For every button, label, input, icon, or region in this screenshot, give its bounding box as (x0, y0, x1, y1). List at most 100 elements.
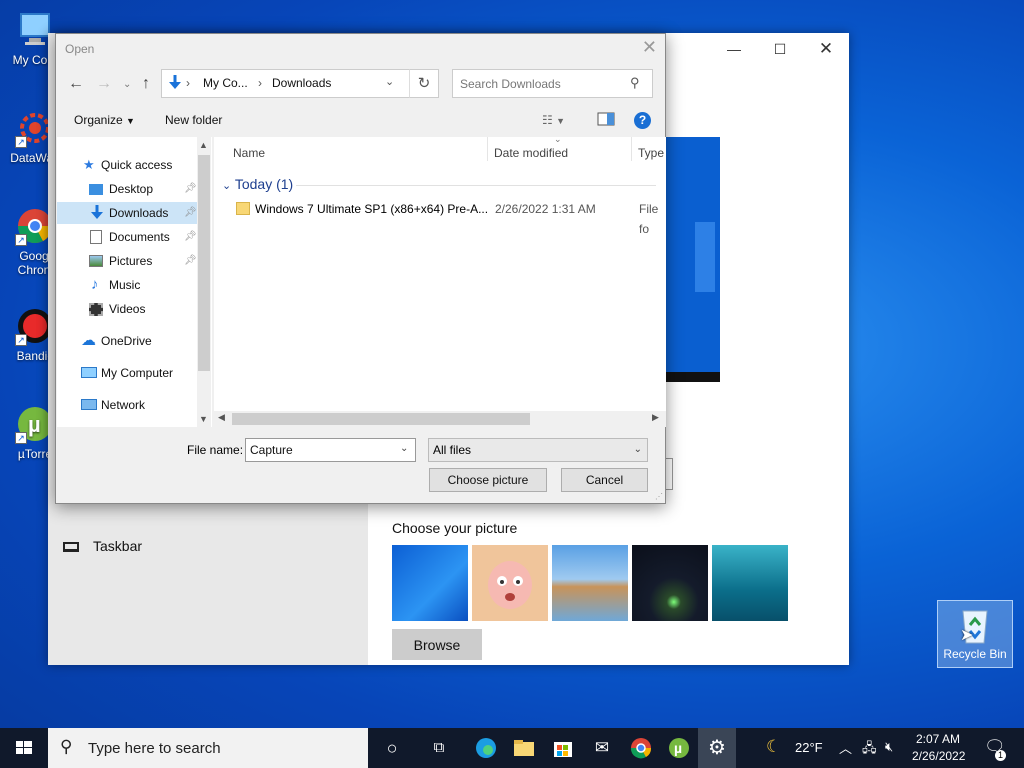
thumbnail-night-sky-tent[interactable] (632, 545, 708, 621)
notification-count-badge: 1 (995, 750, 1006, 761)
mouse-cursor-icon: ➤ (960, 627, 974, 644)
file-type-value: All files (433, 443, 472, 457)
computer-icon (81, 367, 97, 378)
shortcut-arrow-icon: ↗ (15, 334, 27, 346)
breadcrumb-my-computer[interactable]: My Co... (203, 76, 248, 90)
start-button[interactable] (0, 728, 48, 768)
breadcrumb-downloads[interactable]: Downloads (272, 76, 331, 90)
weather-moon-icon[interactable]: ☾ (766, 737, 781, 757)
thumbnail-rock-beach[interactable] (552, 545, 628, 621)
thumbnail-windows-blue[interactable] (392, 545, 468, 621)
scrollbar-thumb[interactable] (198, 155, 210, 371)
file-name-label: File name: (187, 443, 244, 457)
nav-item-taskbar[interactable]: Taskbar (63, 538, 142, 554)
minimize-button[interactable]: — (711, 37, 757, 61)
file-type-select[interactable]: All files ⌄ (428, 438, 648, 462)
pin-icon[interactable]: 📌︎ (184, 250, 197, 272)
shortcut-arrow-icon: ↗ (15, 432, 27, 444)
nav-pictures[interactable]: Pictures 📌︎ (57, 250, 197, 272)
desktop-icon-recycle-bin[interactable]: Recycle Bin ➤ (937, 600, 1013, 668)
cortana-icon[interactable]: ○ (373, 728, 411, 768)
nav-network[interactable]: Network (57, 394, 197, 416)
nav-quick-access[interactable]: ★ Quick access (57, 154, 197, 176)
volume-muted-icon[interactable]: 🔇︎ (885, 739, 893, 755)
store-icon[interactable] (544, 728, 582, 768)
clock-time[interactable]: 2:07 AM (916, 732, 960, 746)
nav-downloads[interactable]: Downloads 📌︎ (57, 202, 197, 224)
task-view-icon[interactable]: ⧉ (420, 728, 458, 768)
network-icon (81, 399, 97, 410)
up-arrow-icon[interactable]: ↑ (142, 75, 150, 93)
nav-documents[interactable]: Documents 📌︎ (57, 226, 197, 248)
file-list-pane: Name Date modified ⌄ Type ⌄ Today (1) Wi… (214, 134, 666, 427)
weather-temperature[interactable]: 22°F (795, 740, 823, 755)
utorrent-icon[interactable]: µ (660, 728, 698, 768)
pin-icon[interactable]: 📌︎ (184, 226, 197, 248)
nav-desktop[interactable]: Desktop 📌︎ (57, 178, 197, 200)
chrome-icon[interactable] (622, 728, 660, 768)
organize-menu[interactable]: Organize ▼ (74, 113, 135, 127)
taskbar-search-input[interactable] (48, 728, 368, 768)
scroll-left-arrow-icon[interactable]: ◀ (218, 412, 225, 423)
column-header-date-modified[interactable]: Date modified (494, 146, 568, 160)
nav-music[interactable]: ♪ Music (57, 274, 197, 296)
collapse-chevron-icon: ⌄ (222, 180, 232, 192)
dialog-title: Open (65, 42, 95, 56)
column-header-type[interactable]: Type (638, 146, 664, 160)
close-icon[interactable]: ✕ (642, 38, 657, 56)
show-hidden-icons-chevron-icon[interactable]: ︿ (839, 738, 852, 757)
desktop-folder-icon (89, 184, 103, 195)
help-icon[interactable]: ? (634, 112, 651, 129)
browse-button[interactable]: Browse (392, 629, 482, 660)
preview-pane-icon[interactable] (597, 112, 615, 129)
thumbnail-underwater-swimmer[interactable] (712, 545, 788, 621)
view-options-icon[interactable]: ☷ ▼ (542, 113, 565, 127)
downloads-folder-icon (166, 73, 184, 96)
address-dropdown-icon[interactable]: ⌄ (385, 75, 394, 88)
scroll-up-arrow-icon[interactable]: ▲ (199, 140, 208, 150)
column-header-name[interactable]: Name (233, 146, 265, 160)
cloud-icon: ☁ (81, 332, 96, 349)
nav-onedrive[interactable]: ☁ OneDrive (57, 330, 197, 352)
choose-picture-heading: Choose your picture (392, 520, 518, 536)
scroll-right-arrow-icon[interactable]: ▶ (652, 412, 659, 423)
settings-gear-icon[interactable]: ⚙ (698, 728, 736, 768)
refresh-button[interactable]: ↻ (409, 69, 439, 98)
mail-icon[interactable]: ✉ (583, 728, 621, 768)
group-header-today[interactable]: ⌄ Today (1) (222, 176, 293, 192)
cancel-button[interactable]: Cancel (561, 468, 648, 492)
nav-my-computer[interactable]: My Computer (57, 362, 197, 384)
address-bar[interactable]: › My Co... › Downloads ⌄ (161, 69, 439, 98)
search-input[interactable] (452, 69, 653, 98)
nav-vertical-scrollbar[interactable]: ▲ ▼ (197, 137, 211, 427)
edge-icon[interactable] (467, 728, 505, 768)
forward-arrow-icon[interactable]: → (96, 75, 112, 93)
back-arrow-icon[interactable]: ← (68, 75, 84, 93)
pictures-icon (89, 255, 103, 267)
file-explorer-icon[interactable] (505, 728, 543, 768)
network-status-icon[interactable]: 🖧︎ (862, 739, 877, 761)
resize-grip-icon[interactable]: ⋰ (655, 492, 663, 501)
film-icon (89, 303, 103, 316)
sort-chevron-icon: ⌄ (554, 134, 562, 144)
maximize-button[interactable]: ☐ (757, 37, 803, 61)
recent-locations-chevron-icon[interactable]: ⌄ (123, 79, 131, 90)
taskbar: ⚲ ○ ⧉ ✉ µ ⚙ ☾ 22°F ︿ 🖧︎ 🔇︎ 2:07 AM 2/26/… (0, 728, 1024, 768)
file-name: Windows 7 Ultimate SP1 (x86+x64) Pre-A..… (255, 202, 489, 216)
file-name-input[interactable] (245, 438, 416, 462)
list-item[interactable]: Windows 7 Ultimate SP1 (x86+x64) Pre-A..… (234, 199, 666, 236)
scrollbar-thumb[interactable] (232, 413, 530, 425)
clock-date[interactable]: 2/26/2022 (912, 749, 965, 763)
pin-icon[interactable]: 📌︎ (184, 202, 197, 224)
choose-picture-button[interactable]: Choose picture (429, 468, 547, 492)
file-name-dropdown-icon[interactable]: ⌄ (400, 443, 408, 454)
file-horizontal-scrollbar[interactable]: ◀ ▶ (214, 411, 666, 427)
new-folder-button[interactable]: New folder (165, 113, 222, 127)
picture-thumbnails (392, 545, 788, 621)
thumbnail-cartoon-character[interactable] (472, 545, 548, 621)
close-button[interactable]: ✕ (803, 37, 849, 61)
breadcrumb-separator-icon: › (186, 76, 190, 90)
nav-videos[interactable]: Videos (57, 298, 197, 320)
scroll-down-arrow-icon[interactable]: ▼ (199, 414, 208, 424)
pin-icon[interactable]: 📌︎ (184, 178, 197, 200)
